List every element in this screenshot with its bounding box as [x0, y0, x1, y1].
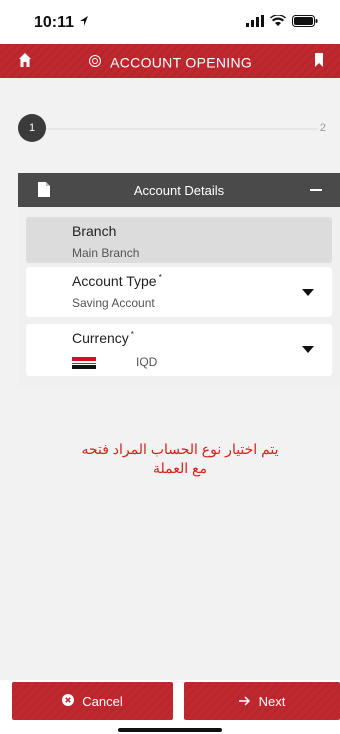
collapse-icon[interactable] [310, 189, 322, 191]
chevron-down-icon[interactable] [302, 289, 314, 296]
account-type-label-row: Account Type * [72, 273, 162, 289]
branch-field: Branch Main Branch [26, 217, 332, 263]
account-type-label: Account Type [72, 273, 157, 289]
annotation-line-2: مع العملة [153, 460, 207, 476]
annotation-line-1: يتم اختيار نوع الحساب المراد فتحه [81, 441, 279, 457]
cancel-circle-icon [62, 693, 75, 709]
page-title: ACCOUNT OPENING [110, 54, 253, 71]
cancel-button[interactable]: Cancel [12, 682, 173, 720]
cancel-label: Cancel [82, 693, 123, 709]
arabic-annotation: يتم اختيار نوع الحساب المراد فتحه مع الع… [40, 440, 320, 478]
account-type-dropdown[interactable]: Account Type * Saving Account [26, 267, 332, 317]
bookmark-icon[interactable] [314, 53, 324, 72]
account-type-value: Saving Account [72, 296, 155, 310]
iraq-flag-icon [72, 357, 96, 369]
header-logo-icon [88, 54, 102, 71]
home-indicator [118, 728, 222, 732]
arrow-right-icon [238, 694, 251, 709]
currency-label: Currency [72, 330, 129, 346]
account-details-form: Branch Main Branch Account Type * Saving … [18, 207, 340, 387]
stepper-track [40, 128, 318, 130]
step-2-indicator[interactable]: 2 [320, 122, 326, 134]
battery-icon [292, 14, 318, 32]
wifi-icon [270, 14, 286, 32]
app-header: ACCOUNT OPENING [0, 44, 340, 78]
currency-value: IQD [136, 355, 158, 369]
branch-value: Main Branch [72, 246, 140, 260]
currency-label-row: Currency * [72, 330, 134, 346]
account-details-section-header[interactable]: Account Details [18, 173, 340, 207]
header-title-row: ACCOUNT OPENING [0, 53, 340, 71]
currency-dropdown[interactable]: Currency * IQD [26, 324, 332, 376]
next-button[interactable]: Next [184, 682, 340, 720]
next-label: Next [258, 693, 286, 709]
branch-label: Branch [72, 223, 117, 239]
required-mark: * [130, 330, 134, 339]
location-arrow-icon [79, 14, 89, 32]
status-bar: 10:11 [0, 0, 340, 44]
section-title: Account Details [133, 183, 225, 198]
stepper: 1 2 [0, 78, 340, 168]
status-time: 10:11 [34, 14, 75, 31]
chevron-down-icon[interactable] [302, 346, 314, 353]
signal-icon [246, 14, 264, 32]
footer: Cancel Next [0, 680, 340, 734]
required-mark: * [158, 273, 162, 282]
step-1-indicator[interactable]: 1 [18, 114, 46, 142]
